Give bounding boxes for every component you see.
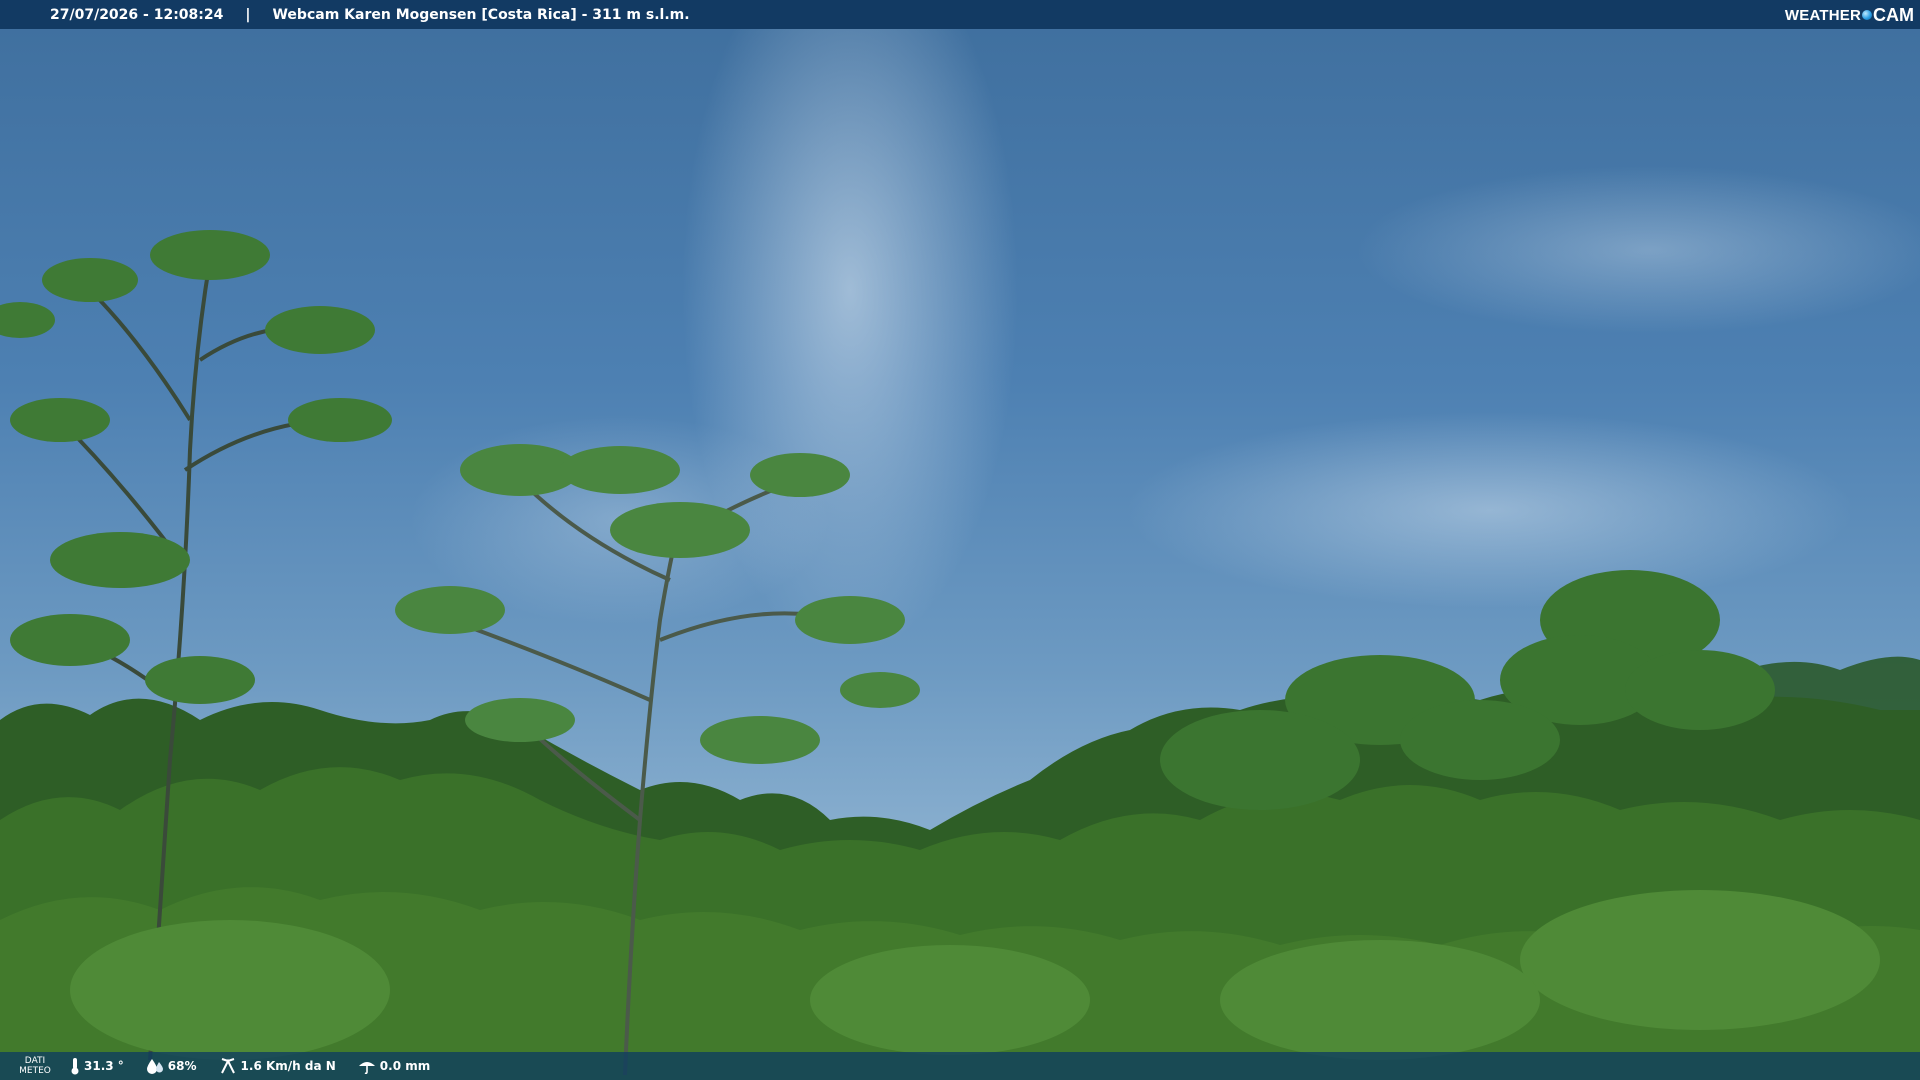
weather-data-bar: DATI METEO 31.3 ° 68% 1.6 Km/h da N 0.0 … [0,1052,1920,1080]
logo-text-weather: WEATHER [1784,6,1861,24]
webcam-location: Webcam Karen Mogensen [Costa Rica] - 311… [272,6,690,23]
camera-lens-icon [1862,10,1872,20]
rain-value: 0.0 mm [379,1059,431,1073]
header-bar: 27/07/2026 - 12:08:24 | Webcam Karen Mog… [0,0,1920,29]
temperature-value: 31.3 ° [84,1059,124,1073]
wind-readout: 1.6 Km/h da N [219,1057,336,1075]
humidity-icon [146,1059,163,1074]
tree-left-leaves [0,230,392,704]
weathercam-logo: WEATHER CAM [1785,4,1914,26]
logo-text-cam: CAM [1873,4,1914,25]
thermometer-icon [71,1058,79,1075]
rain-readout: 0.0 mm [358,1058,430,1074]
dati-label-line2: METEO [19,1066,51,1076]
wind-icon [220,1058,235,1074]
timestamp: 27/07/2026 - 12:08:24 [50,6,224,23]
temperature-readout: 31.3 ° [70,1057,124,1075]
humidity-value: 68% [167,1059,197,1073]
dati-meteo-label: DATI METEO [0,1056,70,1076]
rain-icon [358,1062,375,1074]
humidity-readout: 68% [146,1058,197,1074]
header-separator: | [245,6,251,23]
webcam-frame: 27/07/2026 - 12:08:24 | Webcam Karen Mog… [0,0,1920,1080]
wind-value: 1.6 Km/h da N [240,1059,336,1073]
tree-center-leaves [395,444,920,764]
dati-label-line1: DATI [24,1056,46,1066]
forest-scene [0,230,1920,1080]
